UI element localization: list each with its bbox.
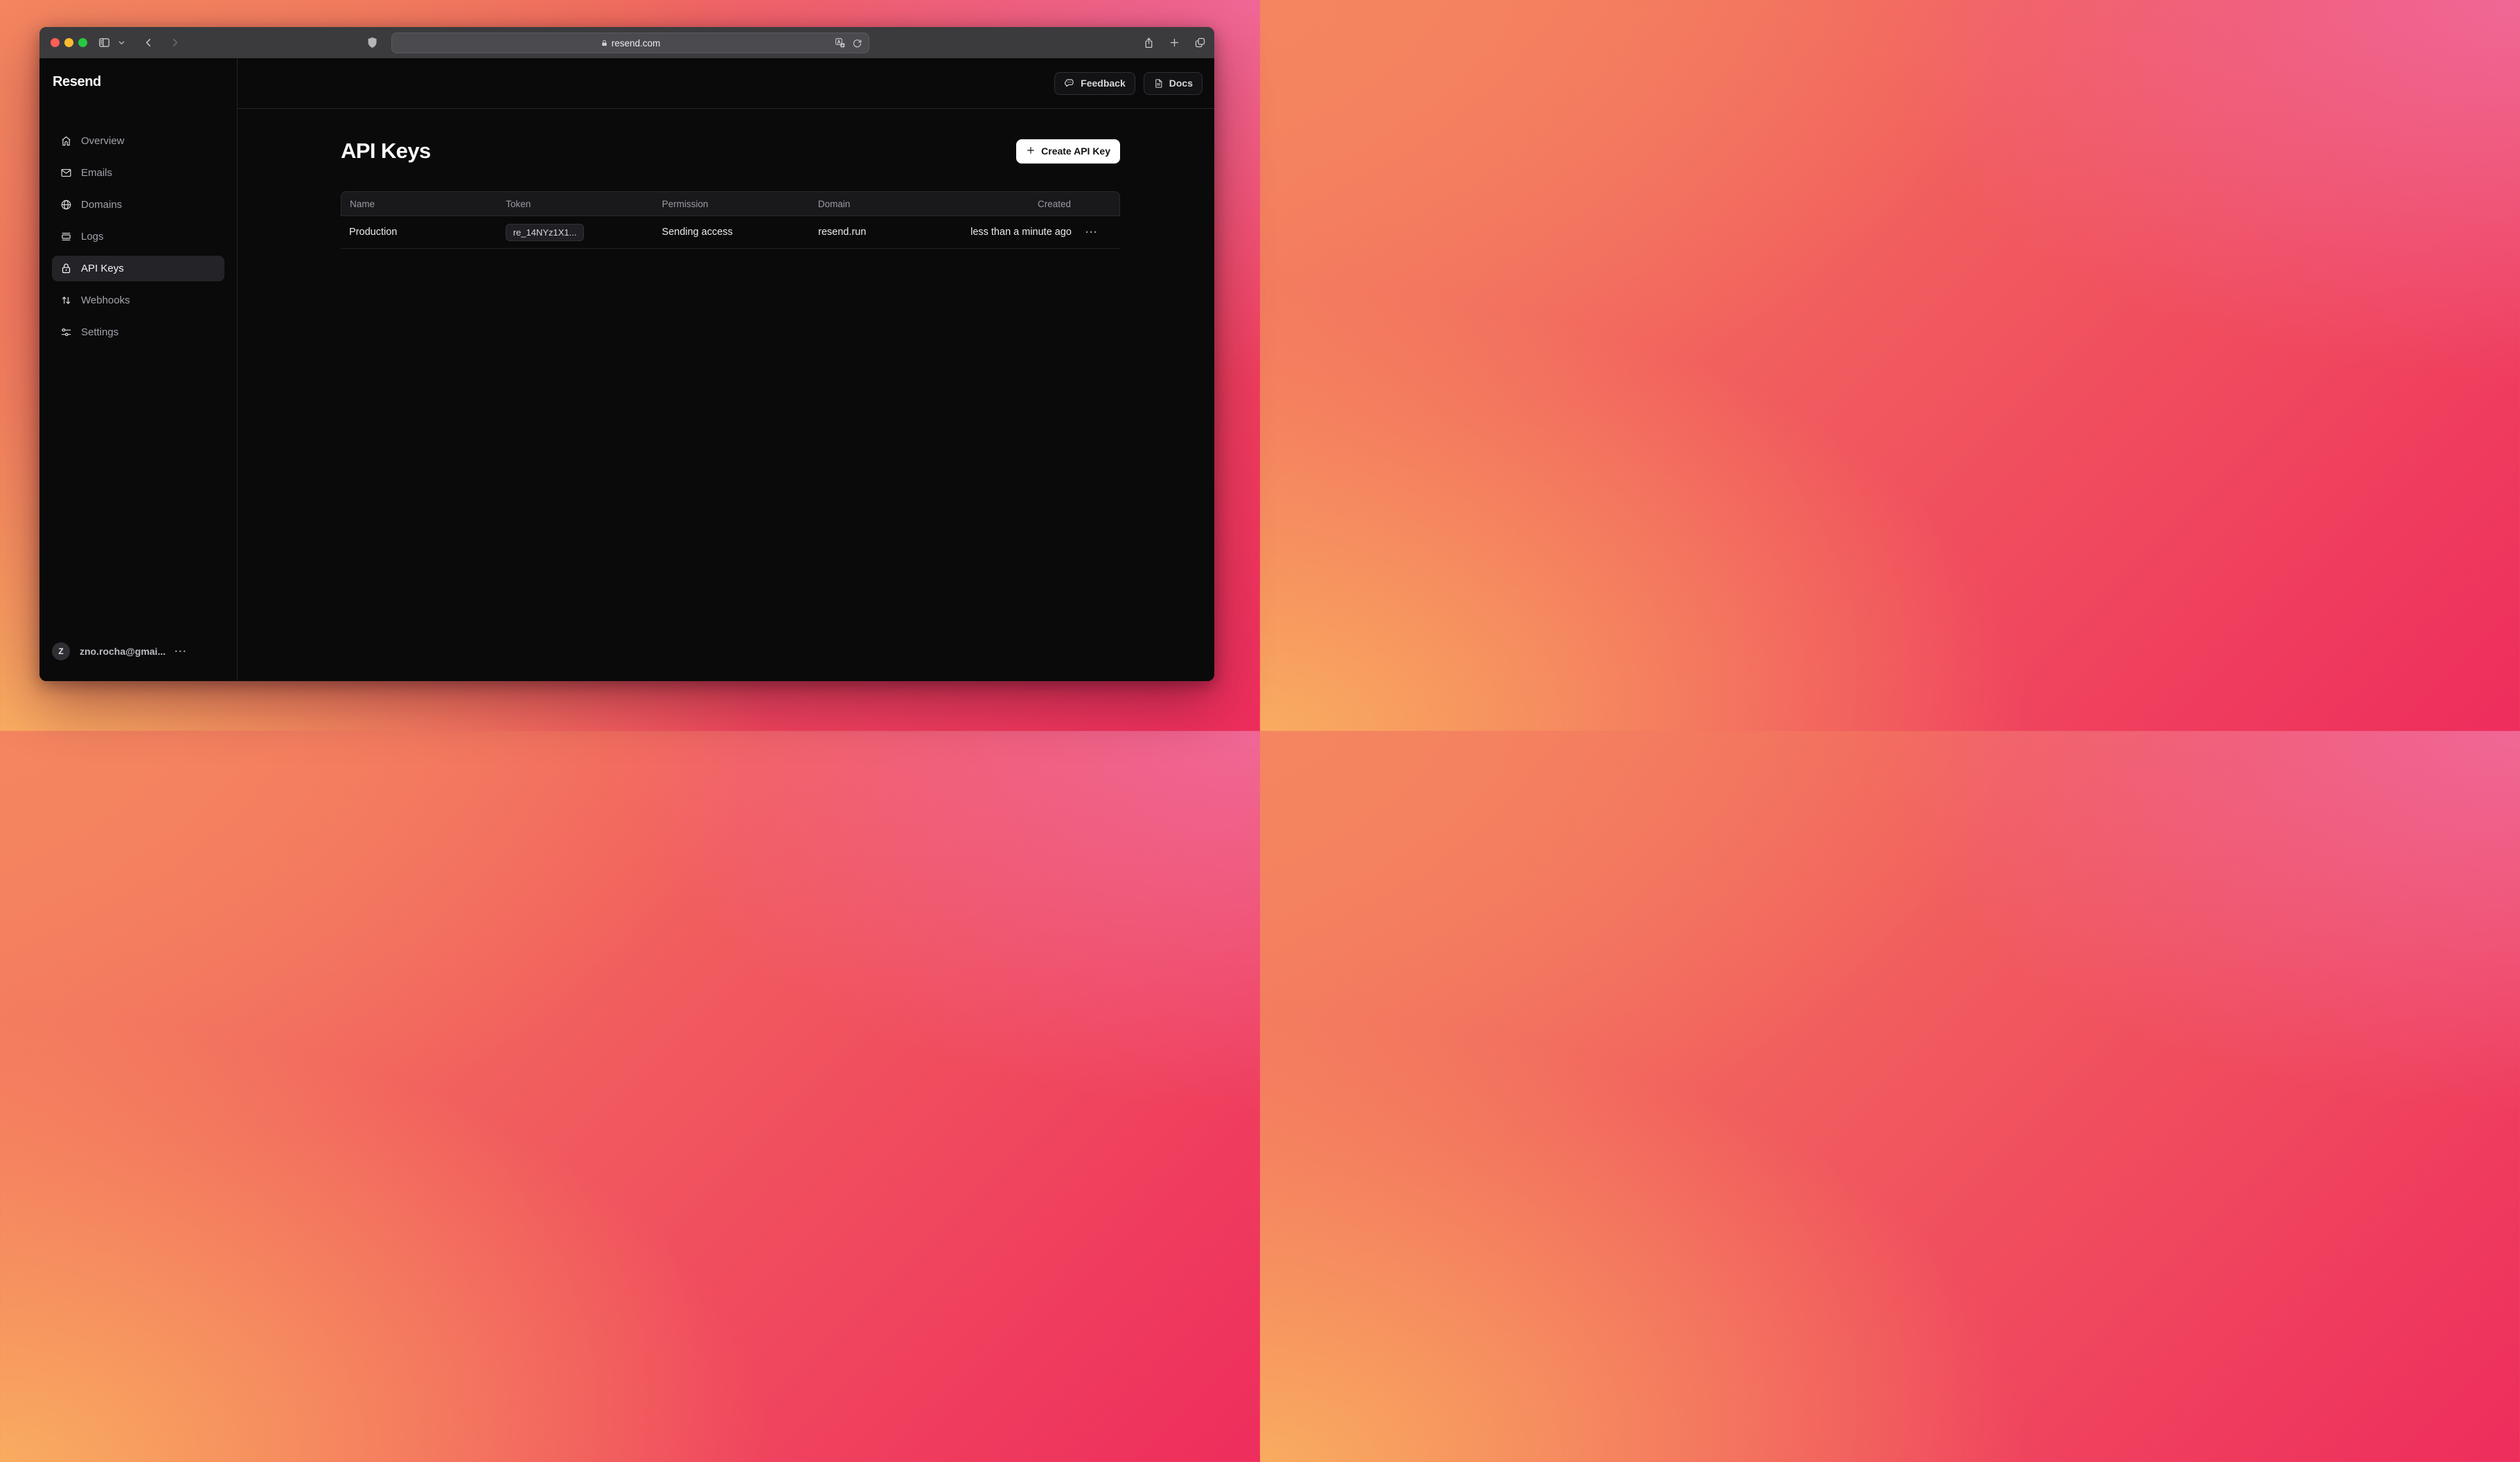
browser-window: resend.com	[39, 27, 1214, 681]
main-panel: Feedback Docs API Keys	[238, 58, 1214, 681]
lock-icon	[60, 263, 72, 274]
arrows-up-down-icon	[60, 294, 72, 306]
logs-icon	[60, 231, 72, 243]
zoom-button[interactable]	[78, 38, 87, 47]
api-key-name: Production	[349, 227, 506, 238]
back-button[interactable]	[143, 27, 154, 58]
globe-icon	[60, 199, 72, 211]
sidebar-item-label: Overview	[81, 135, 125, 147]
sidebar-nav: Overview Emails Do	[52, 128, 224, 345]
column-header-permission: Permission	[662, 199, 818, 209]
lock-icon	[601, 39, 608, 48]
top-bar: Feedback Docs	[238, 58, 1214, 109]
sidebar-toggle-icon[interactable]	[98, 27, 111, 58]
sidebar-item-overview[interactable]: Overview	[52, 128, 224, 154]
sidebar-item-label: Emails	[81, 167, 112, 179]
sidebar-item-label: API Keys	[81, 263, 124, 274]
sidebar-item-label: Domains	[81, 199, 122, 211]
home-icon	[60, 135, 72, 147]
resend-logo: Resend	[52, 74, 224, 90]
feedback-bubble-icon	[1064, 78, 1075, 89]
window-controls	[51, 38, 87, 47]
tab-overview-icon[interactable]	[1194, 27, 1206, 58]
docs-label: Docs	[1169, 78, 1193, 89]
sidebar-item-label: Settings	[81, 326, 118, 338]
api-keys-page: API Keys Create API Key Name Token Permi…	[238, 109, 1214, 249]
sidebar: Resend Overview Ema	[39, 58, 238, 681]
forward-button[interactable]	[170, 27, 180, 58]
chevron-down-icon[interactable]	[118, 27, 125, 58]
api-key-token-chip[interactable]: re_14NYz1X1...	[506, 224, 585, 241]
sidebar-item-label: Logs	[81, 231, 104, 243]
browser-toolbar: resend.com	[39, 27, 1214, 58]
feedback-label: Feedback	[1081, 78, 1126, 89]
app-content: Resend Overview Ema	[39, 58, 1214, 681]
plus-icon	[1026, 146, 1036, 157]
api-key-domain: resend.run	[818, 227, 932, 238]
sidebar-item-domains[interactable]: Domains	[52, 192, 224, 218]
document-icon	[1153, 78, 1164, 89]
reload-icon[interactable]	[852, 38, 862, 49]
sidebar-item-api-keys[interactable]: API Keys	[52, 256, 224, 281]
page-title: API Keys	[341, 139, 431, 164]
column-header-token: Token	[506, 199, 662, 209]
privacy-shield-icon[interactable]	[367, 27, 378, 58]
column-header-domain: Domain	[818, 199, 932, 209]
user-menu-ellipsis-icon[interactable]: ···	[175, 646, 187, 658]
url-text: resend.com	[612, 38, 661, 49]
url-bar[interactable]: resend.com	[391, 33, 869, 53]
create-api-key-label: Create API Key	[1041, 146, 1110, 157]
user-menu[interactable]: Z zno.rocha@gmai... ···	[52, 642, 224, 660]
sidebar-item-settings[interactable]: Settings	[52, 319, 224, 345]
sidebar-item-label: Webhooks	[81, 294, 130, 306]
sidebar-item-webhooks[interactable]: Webhooks	[52, 288, 224, 313]
docs-button[interactable]: Docs	[1144, 72, 1203, 95]
minimize-button[interactable]	[64, 38, 73, 47]
avatar[interactable]: Z	[52, 642, 70, 660]
api-key-created: less than a minute ago	[932, 227, 1072, 238]
sliders-icon	[60, 326, 72, 338]
api-key-permission: Sending access	[662, 227, 818, 238]
create-api-key-button[interactable]: Create API Key	[1016, 139, 1120, 164]
share-icon[interactable]	[1143, 27, 1155, 58]
column-header-created: Created	[932, 199, 1071, 209]
new-tab-icon[interactable]	[1169, 27, 1180, 58]
column-header-name: Name	[350, 199, 506, 209]
sidebar-item-emails[interactable]: Emails	[52, 160, 224, 186]
user-email: zno.rocha@gmai...	[80, 646, 166, 657]
translate-icon[interactable]	[835, 37, 846, 49]
row-actions-ellipsis-icon[interactable]: ···	[1072, 227, 1112, 238]
table-header: Name Token Permission Domain Created	[341, 191, 1120, 216]
mail-icon	[60, 167, 72, 179]
api-keys-table: Name Token Permission Domain Created Pro…	[341, 191, 1120, 249]
feedback-button[interactable]: Feedback	[1054, 72, 1135, 95]
close-button[interactable]	[51, 38, 60, 47]
table-row: Production re_14NYz1X1... Sending access…	[341, 216, 1120, 249]
sidebar-item-logs[interactable]: Logs	[52, 224, 224, 249]
